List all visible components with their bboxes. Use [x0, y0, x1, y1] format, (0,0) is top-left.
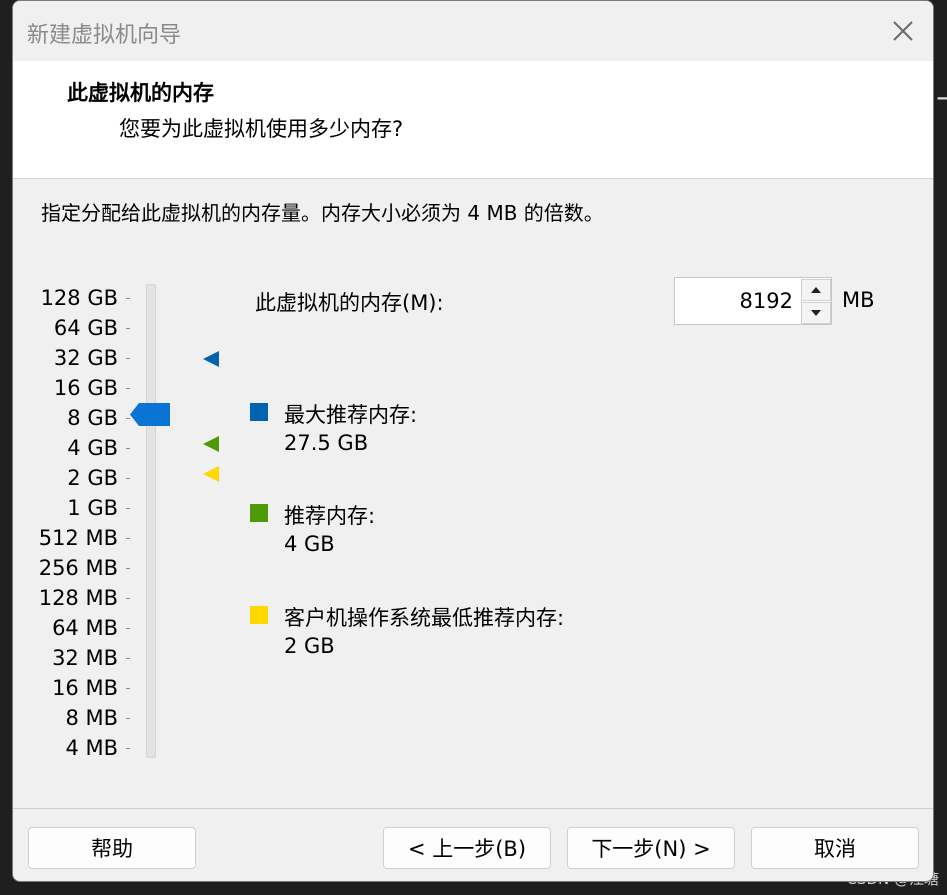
tick-mark: [126, 478, 130, 479]
arrow-down-icon: [811, 310, 821, 316]
tick-label: 32 MB: [52, 646, 118, 670]
memory-field-label: 此虚拟机的内存(M):: [255, 291, 444, 315]
page-subtitle: 您要为此虚拟机使用多少内存?: [119, 117, 404, 141]
memory-slider-thumb[interactable]: [130, 403, 170, 426]
tick-label: 64 GB: [53, 316, 118, 340]
tick-label: 128 GB: [40, 286, 118, 310]
tick-mark: [126, 658, 130, 659]
memory-increment-button[interactable]: [801, 279, 831, 301]
legend-value: 4 GB: [284, 532, 335, 556]
tick-mark: [126, 538, 130, 539]
cancel-button[interactable]: 取消: [751, 827, 919, 869]
tick-label: 4 MB: [65, 736, 118, 760]
memory-unit-label: MB: [842, 288, 875, 312]
instruction-text: 指定分配给此虚拟机的内存量。内存大小必须为 4 MB 的倍数。: [41, 201, 604, 225]
slider-thumb-icon: [130, 403, 170, 426]
memory-decrement-button[interactable]: [801, 302, 831, 324]
legend-value: 27.5 GB: [284, 431, 369, 455]
recommended-marker-icon: [203, 436, 219, 452]
tick-label: 512 MB: [38, 526, 118, 550]
tick-label: 16 GB: [53, 376, 118, 400]
legend-value: 2 GB: [284, 634, 335, 658]
tick-label: 128 MB: [38, 586, 118, 610]
tick-mark: [126, 448, 130, 449]
tick-label: 8 MB: [65, 706, 118, 730]
tick-label: 256 MB: [38, 556, 118, 580]
tick-label: 64 MB: [52, 616, 118, 640]
new-vm-wizard-dialog: 新建虚拟机向导 此虚拟机的内存 您要为此虚拟机使用多少内存? 指定分配给此虚拟机…: [12, 0, 934, 882]
close-icon: [893, 21, 913, 41]
tick-mark: [126, 628, 130, 629]
tick-label: 4 GB: [67, 436, 118, 460]
window-title: 新建虚拟机向导: [27, 23, 182, 48]
tick-mark: [126, 598, 130, 599]
page-title: 此虚拟机的内存: [67, 81, 214, 105]
memory-spinbox: [674, 277, 832, 325]
background-window-glyph: —: [936, 80, 947, 112]
back-button[interactable]: < 上一步(B): [383, 827, 551, 869]
minimum-swatch-icon: [250, 606, 268, 624]
memory-input[interactable]: [675, 278, 799, 324]
tick-mark: [126, 388, 130, 389]
tick-label: 2 GB: [67, 466, 118, 490]
recommended-swatch-icon: [250, 504, 268, 522]
help-button[interactable]: 帮助: [28, 827, 196, 869]
tick-mark: [126, 508, 130, 509]
legend-title: 最大推荐内存:: [284, 403, 418, 427]
tick-label: 1 GB: [67, 496, 118, 520]
tick-mark: [126, 328, 130, 329]
legend-title: 客户机操作系统最低推荐内存:: [284, 606, 565, 630]
title-bar: 新建虚拟机向导: [13, 1, 933, 61]
tick-label: 32 GB: [53, 346, 118, 370]
max-recommended-marker-icon: [203, 351, 219, 367]
tick-mark: [126, 688, 130, 689]
tick-label: 16 MB: [52, 676, 118, 700]
tick-mark: [126, 298, 130, 299]
tick-mark: [126, 568, 130, 569]
arrow-up-icon: [811, 287, 821, 293]
tick-mark: [126, 748, 130, 749]
tick-label: 8 GB: [67, 406, 118, 430]
legend-title: 推荐内存:: [284, 504, 376, 528]
close-button[interactable]: [885, 13, 921, 49]
tick-mark: [126, 718, 130, 719]
max-swatch-icon: [250, 403, 268, 421]
button-bar: 帮助 < 上一步(B) 下一步(N) > 取消: [13, 808, 933, 881]
tick-mark: [126, 358, 130, 359]
memory-slider-track[interactable]: [146, 284, 156, 758]
minimum-marker-icon: [203, 466, 219, 482]
wizard-header: 此虚拟机的内存 您要为此虚拟机使用多少内存?: [13, 61, 933, 179]
next-button[interactable]: 下一步(N) >: [567, 827, 735, 869]
